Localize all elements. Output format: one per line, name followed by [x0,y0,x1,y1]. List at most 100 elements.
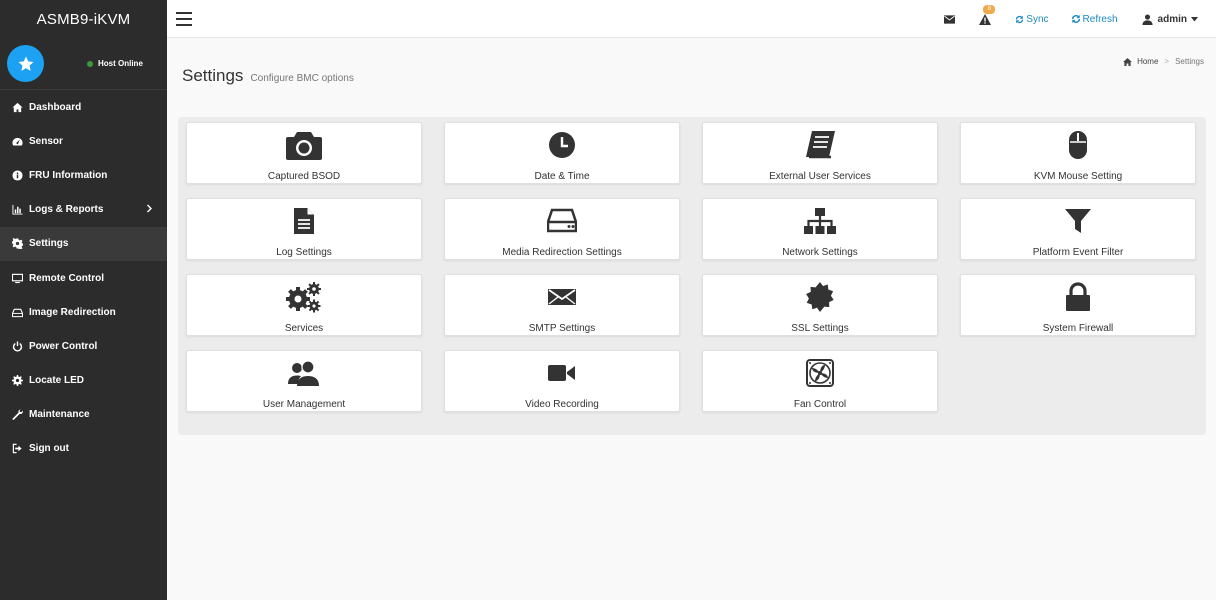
alerts-button[interactable]: 8 [970,4,1000,25]
tile-user-management[interactable]: User Management [186,350,422,412]
sync-icon [1016,15,1024,23]
tile-label: Date & Time [534,171,590,182]
sidebar-item-label: Image Redirection [29,306,116,318]
status-dot [87,60,93,67]
mouse-icon [1069,131,1087,159]
tile-system-firewall[interactable]: System Firewall [960,274,1196,336]
main-content: Settings Configure BMC options Home > Se… [167,38,1216,600]
page-title: Settings [182,66,244,85]
power-icon [11,340,23,352]
sync-label: Sync [1026,13,1049,25]
tile-fan-control[interactable]: Fan Control [702,350,938,412]
tile-kvm-mouse-setting[interactable]: KVM Mouse Setting [960,122,1196,184]
sidebar-item-label: Sensor [29,135,63,147]
sidebar-item-locate-led[interactable]: Locate LED [0,364,167,398]
monitor-icon [11,272,23,284]
dashboard-icon [11,101,23,113]
tile-label: Fan Control [793,399,847,410]
top-right-actions: 8 Sync Refresh admin [935,0,1216,38]
page-header: Settings Configure BMC options [182,66,354,86]
caret-down-icon [1191,16,1198,21]
tile-date-time[interactable]: Date & Time [444,122,680,184]
tile-label: KVM Mouse Setting [1033,171,1123,182]
sidebar-item-label: Power Control [29,340,98,352]
video-camera-icon [548,365,575,381]
gear-icon [11,375,23,387]
sidebar-item-label: Maintenance [29,409,90,421]
refresh-icon [1071,14,1080,24]
sidebar-item-dashboard[interactable]: Dashboard [0,90,167,124]
top-navbar: 8 Sync Refresh admin [167,0,1216,38]
camera-icon [286,132,322,160]
tile-network-settings[interactable]: Network Settings [702,198,938,260]
info-icon [11,169,23,181]
sidebar-item-power-control[interactable]: Power Control [0,329,167,363]
tile-label: Captured BSOD [267,171,341,182]
sidebar: ASMB9-iKVM Host Online Dashboard Sensor … [0,0,167,600]
menu-toggle-icon[interactable] [176,12,192,26]
chevron-right-icon [146,204,153,216]
sidebar-item-remote-control[interactable]: Remote Control [0,261,167,295]
tile-label: SSL Settings [791,323,849,334]
filter-icon [1065,209,1091,233]
drive-icon [11,306,23,318]
breadcrumb-separator: > [1164,57,1170,66]
breadcrumb-current: Settings [1175,57,1204,66]
tile-external-user-services[interactable]: External User Services [702,122,938,184]
sidebar-item-fru-information[interactable]: FRU Information [0,158,167,192]
brand-title: ASMB9-iKVM [0,0,167,38]
tile-label: Network Settings [782,247,858,258]
tile-label: Media Redirection Settings [502,247,622,258]
users-icon [288,360,319,386]
envelope-icon [548,289,576,305]
tile-media-redirection-settings[interactable]: Media Redirection Settings [444,198,680,260]
tile-label: External User Services [769,171,871,182]
sidebar-item-maintenance[interactable]: Maintenance [0,398,167,432]
refresh-button[interactable]: Refresh [1062,14,1127,25]
sign-out-icon [11,443,23,455]
sidebar-item-image-redirection[interactable]: Image Redirection [0,295,167,329]
sidebar-item-label: FRU Information [29,169,108,181]
messages-button[interactable] [935,14,964,24]
tile-platform-event-filter[interactable]: Platform Event Filter [960,198,1196,260]
book-icon [806,131,835,159]
home-icon [1123,57,1132,66]
tile-ssl-settings[interactable]: SSL Settings [702,274,938,336]
tile-label: System Firewall [1042,323,1114,334]
sidebar-item-sign-out[interactable]: Sign out [0,432,167,466]
sidebar-item-logs-reports[interactable]: Logs & Reports [0,193,167,227]
fan-icon [806,359,834,387]
user-icon [1142,13,1153,25]
tile-services[interactable]: Services [186,274,422,336]
tile-video-recording[interactable]: Video Recording [444,350,680,412]
alert-count-badge: 8 [983,4,996,14]
sidebar-item-label: Sign out [29,443,69,455]
sidebar-item-label: Dashboard [29,101,82,113]
gears-icon [286,282,321,313]
gear-icon [11,238,23,250]
settings-tiles-panel: Captured BSOD Date & Time External User … [178,117,1206,435]
avatar [7,45,44,82]
tile-smtp-settings[interactable]: SMTP Settings [444,274,680,336]
tile-captured-bsod[interactable]: Captured BSOD [186,122,422,184]
sitemap-icon [804,208,836,234]
file-text-icon [294,208,314,234]
breadcrumb: Home > Settings [1123,57,1204,66]
sidebar-item-label: Remote Control [29,272,104,284]
page-subtitle: Configure BMC options [250,73,354,84]
breadcrumb-home[interactable]: Home [1137,57,1158,66]
user-name: admin [1157,13,1187,25]
tile-log-settings[interactable]: Log Settings [186,198,422,260]
user-menu-button[interactable]: admin [1133,14,1216,25]
star-icon [18,56,33,71]
tachometer-icon [11,135,23,147]
wrench-icon [11,409,23,421]
sync-button[interactable]: Sync [1006,14,1057,25]
warning-icon [979,13,992,25]
sidebar-item-settings[interactable]: Settings [0,226,167,261]
sidebar-item-sensor[interactable]: Sensor [0,124,167,158]
clock-icon [549,132,575,158]
hdd-icon [547,208,577,233]
tile-label: Platform Event Filter [1032,247,1124,258]
tile-label: Video Recording [525,399,599,410]
